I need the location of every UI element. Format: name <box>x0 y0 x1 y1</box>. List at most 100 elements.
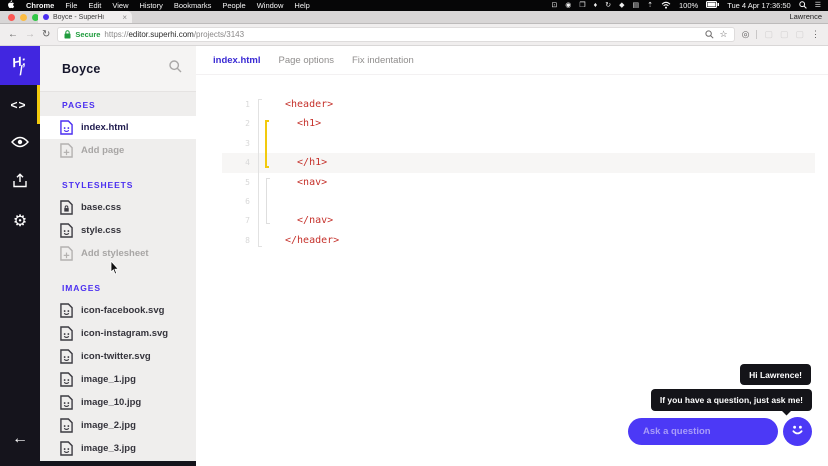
line-number: 8 <box>236 231 250 250</box>
file-name: base.css <box>81 202 121 213</box>
file-name: icon-facebook.svg <box>81 305 164 316</box>
chrome-tabbar: Boyce - SuperHi × Lawrence <box>0 11 828 24</box>
status-icon-7[interactable]: ▤ <box>633 2 640 9</box>
tab-favicon <box>43 14 49 20</box>
line-number: 7 <box>236 211 250 230</box>
chrome-menu-icon[interactable]: ⋮ <box>811 30 820 39</box>
eye-icon <box>11 135 29 153</box>
code-line[interactable] <box>285 134 828 153</box>
status-icon-5[interactable]: ↻ <box>605 2 611 9</box>
file-name: image_10.jpg <box>81 397 141 408</box>
code-line[interactable]: <nav> <box>285 173 828 192</box>
window-close-button[interactable] <box>8 14 15 21</box>
line-number: 4 <box>236 153 250 172</box>
status-icon-1[interactable]: ⊡ <box>551 2 557 9</box>
add-file-icon <box>60 246 73 261</box>
superhi-logo[interactable]: H; / <box>0 46 40 85</box>
chat-toggle-button[interactable] <box>783 417 812 446</box>
menubar-clock[interactable]: Tue 4 Apr 17:36:50 <box>727 1 791 10</box>
code-line[interactable]: </nav> <box>285 211 828 230</box>
add-stylesheet-label: Add stylesheet <box>81 248 149 259</box>
publish-button[interactable] <box>0 163 40 202</box>
status-icon-3[interactable]: ❒ <box>579 2 585 9</box>
tool-rail: H; / <> ⚙ ← <box>0 46 40 466</box>
file-row-image-2[interactable]: image_2.jpg <box>40 414 196 437</box>
tab-title: Boyce - SuperHi <box>53 14 119 21</box>
code-view-button[interactable]: <> <box>0 85 40 124</box>
file-row-icon-instagram[interactable]: icon-instagram.svg <box>40 322 196 345</box>
menu-bookmarks[interactable]: Bookmarks <box>174 1 212 10</box>
secure-label: Secure <box>75 30 100 39</box>
menu-history[interactable]: History <box>140 1 163 10</box>
file-smiley-icon <box>60 372 73 387</box>
fix-indentation-button[interactable]: Fix indentation <box>352 55 414 66</box>
file-name: image_1.jpg <box>81 374 136 385</box>
menu-view[interactable]: View <box>112 1 128 10</box>
zoom-search-icon[interactable] <box>705 26 714 44</box>
code-line[interactable] <box>285 192 828 211</box>
code-line[interactable]: <header> <box>285 95 828 114</box>
ask-question-input[interactable]: Ask a question <box>628 418 778 445</box>
search-icon[interactable] <box>169 60 182 78</box>
file-row-icon-twitter[interactable]: icon-twitter.svg <box>40 345 196 368</box>
status-icon-2[interactable]: ◉ <box>565 2 571 9</box>
spotlight-icon[interactable] <box>799 1 807 11</box>
tab-index-html[interactable]: index.html <box>213 55 261 66</box>
menu-people[interactable]: People <box>222 1 245 10</box>
menu-help[interactable]: Help <box>294 1 309 10</box>
code-line[interactable]: </h1> <box>285 153 828 172</box>
smiley-icon <box>789 421 806 443</box>
line-number-gutter: 1 2 3 4 5 6 7 8 <box>236 95 250 250</box>
url-text: https://editor.superhi.com/projects/3143 <box>104 30 244 39</box>
back-to-dashboard-button[interactable]: ← <box>0 419 40 458</box>
address-bar[interactable]: Secure https://editor.superhi.com/projec… <box>57 27 734 42</box>
notification-center-icon[interactable]: ☰ <box>815 2 821 9</box>
macos-menubar: Chrome File Edit View History Bookmarks … <box>0 0 828 11</box>
forward-icon: → <box>25 30 35 40</box>
file-row-index-html[interactable]: index.html <box>40 116 196 139</box>
url-path: /projects/3143 <box>194 30 244 39</box>
window-minimize-button[interactable] <box>20 14 27 21</box>
menu-window[interactable]: Window <box>257 1 284 10</box>
back-icon[interactable]: ← <box>8 30 18 40</box>
file-row-style-css[interactable]: style.css <box>40 219 196 242</box>
menu-chrome[interactable]: Chrome <box>26 1 54 10</box>
status-icon-4[interactable]: ♦ <box>594 2 598 9</box>
tab-close-icon[interactable]: × <box>122 13 127 22</box>
settings-button[interactable]: ⚙ <box>0 202 40 241</box>
file-name: icon-twitter.svg <box>81 351 151 362</box>
file-smiley-icon <box>60 349 73 364</box>
chat-prompt-bubble: If you have a question, just ask me! <box>651 389 812 411</box>
file-row-base-css[interactable]: base.css <box>40 196 196 219</box>
line-number: 1 <box>236 95 250 114</box>
page-options-button[interactable]: Page options <box>279 55 334 66</box>
omnibox-actions: ☆ <box>705 26 728 44</box>
code-lines[interactable]: <header> <h1> </h1> <nav> </nav> </heade… <box>285 95 828 250</box>
extension-icon[interactable]: ◎ <box>742 30 750 39</box>
apple-menu-icon[interactable] <box>7 0 15 11</box>
menu-file[interactable]: File <box>65 1 77 10</box>
code-line[interactable]: </header> <box>285 231 828 250</box>
fold-bracket-h1-active <box>265 120 269 168</box>
bookmark-star-icon[interactable]: ☆ <box>720 30 728 39</box>
wifi-icon[interactable] <box>661 1 671 11</box>
chrome-profile-name[interactable]: Lawrence <box>789 12 822 21</box>
chat-prompt-text: If you have a question, just ask me! <box>660 395 803 405</box>
file-row-icon-facebook[interactable]: icon-facebook.svg <box>40 299 196 322</box>
reload-icon[interactable]: ↻ <box>42 30 50 40</box>
battery-percent[interactable]: 100% <box>679 1 698 10</box>
file-row-image-3[interactable]: image_3.jpg <box>40 437 196 460</box>
fold-bracket-header <box>258 99 262 247</box>
status-icon-8[interactable]: ⇡ <box>647 2 653 9</box>
status-icon-6[interactable]: ◆ <box>619 2 624 9</box>
file-row-image-1[interactable]: image_1.jpg <box>40 368 196 391</box>
fold-bracket-nav <box>266 178 270 224</box>
browser-tab[interactable]: Boyce - SuperHi × <box>38 11 132 23</box>
add-page-button[interactable]: Add page <box>40 139 196 162</box>
file-smiley-icon <box>60 120 73 135</box>
code-line[interactable]: <h1> <box>285 114 828 133</box>
section-label-images: IMAGES <box>40 283 196 293</box>
menu-edit[interactable]: Edit <box>88 1 101 10</box>
preview-button[interactable] <box>0 124 40 163</box>
file-row-image-10[interactable]: image_10.jpg <box>40 391 196 414</box>
